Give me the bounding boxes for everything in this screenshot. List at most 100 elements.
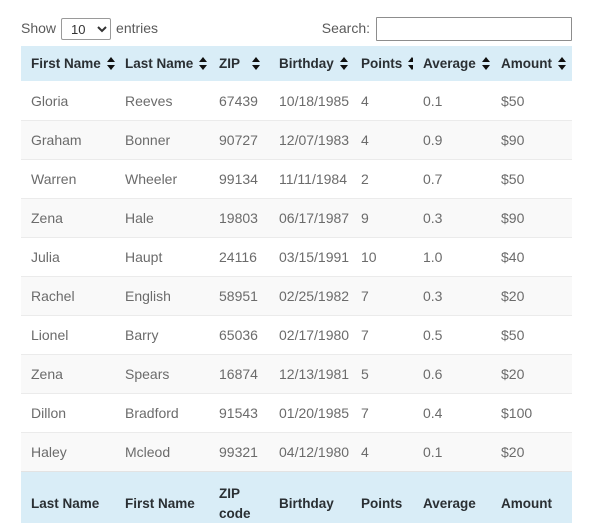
cell-first-name: Warren [21, 159, 115, 199]
table-row[interactable]: Dillon Bradford 91543 01/20/1985 7 0.4 $100 [21, 393, 572, 433]
sort-both-icon[interactable] [481, 57, 491, 70]
cell-amount: $20 [491, 354, 572, 394]
cell-points: 7 [351, 393, 413, 433]
table-row[interactable]: Lionel Barry 65036 02/17/1980 7 0.5 $50 [21, 315, 572, 355]
column-header-zip[interactable]: ZIP [209, 46, 269, 82]
cell-points: 4 [351, 120, 413, 160]
sort-both-icon[interactable] [339, 57, 349, 70]
footer-label-amount: Amount [491, 471, 572, 523]
cell-zip: 99134 [209, 159, 269, 199]
cell-zip: 24116 [209, 237, 269, 277]
table-head: First Name Last Name ZIP Birthday Points Aver… [21, 46, 572, 82]
cell-last-name: Bradford [115, 393, 209, 433]
cell-average: 0.7 [413, 159, 491, 199]
footer-label-birthday: Birthday [269, 471, 351, 523]
footer-label-points: Points [351, 471, 413, 523]
column-header-label: Points [361, 56, 403, 71]
cell-average: 0.6 [413, 354, 491, 394]
cell-average: 0.3 [413, 198, 491, 238]
cell-birthday: 01/20/1985 [269, 393, 351, 433]
cell-last-name: Bonner [115, 120, 209, 160]
cell-first-name: Julia [21, 237, 115, 277]
cell-points: 10 [351, 237, 413, 277]
column-header-points[interactable]: Points [351, 46, 417, 82]
table-row[interactable]: Julia Haupt 24116 03/15/1991 10 1.0 $40 [21, 237, 572, 277]
cell-points: 5 [351, 354, 413, 394]
cell-amount: $50 [491, 159, 572, 199]
header-row: First Name Last Name ZIP Birthday Points Aver… [21, 46, 572, 82]
column-header-label: Amount [501, 56, 552, 71]
cell-birthday: 02/25/1982 [269, 276, 351, 316]
table-row[interactable]: Haley Mcleod 99321 04/12/1980 4 0.1 $20 [21, 432, 572, 472]
table-row[interactable]: Zena Spears 16874 12/13/1981 5 0.6 $20 [21, 354, 572, 394]
search-input[interactable] [376, 17, 572, 42]
page-size-select[interactable]: 102550100 [61, 18, 112, 41]
entries-label: entries [116, 20, 159, 36]
cell-points: 4 [351, 81, 413, 121]
cell-first-name: Zena [21, 198, 115, 238]
table-foot: Last Name First Name ZIP code Birthday Point… [21, 471, 572, 523]
column-header-amount[interactable]: Amount [491, 46, 572, 82]
table-row[interactable]: Warren Wheeler 99134 11/11/1984 2 0.7 $50 [21, 159, 572, 199]
table-row[interactable]: Zena Hale 19803 06/17/1987 9 0.3 $90 [21, 198, 572, 238]
column-header-average[interactable]: Average [413, 46, 491, 82]
cell-amount: $20 [491, 432, 572, 472]
footer-label-average: Average [413, 471, 491, 523]
column-header-label: Birthday [279, 56, 334, 71]
column-header-label: ZIP [219, 56, 241, 71]
cell-first-name: Rachel [21, 276, 115, 316]
cell-birthday: 11/11/1984 [269, 159, 351, 199]
cell-birthday: 12/07/1983 [269, 120, 351, 160]
show-label: Show [21, 20, 57, 36]
cell-birthday: 03/15/1991 [269, 237, 351, 277]
cell-zip: 90727 [209, 120, 269, 160]
cell-first-name: Lionel [21, 315, 115, 355]
cell-first-name: Gloria [21, 81, 115, 121]
cell-last-name: Wheeler [115, 159, 209, 199]
cell-first-name: Zena [21, 354, 115, 394]
cell-birthday: 06/17/1987 [269, 198, 351, 238]
column-header-first-name[interactable]: First Name [21, 46, 115, 82]
footer-label-last-name: Last Name [21, 471, 115, 523]
column-header-last-name[interactable]: Last Name [115, 46, 209, 82]
cell-last-name: English [115, 276, 209, 316]
table-body: Gloria Reeves 67439 10/18/1985 4 0.1 $50 Graham… [21, 81, 572, 472]
cell-first-name: Graham [21, 120, 115, 160]
cell-zip: 58951 [209, 276, 269, 316]
column-header-birthday[interactable]: Birthday [269, 46, 351, 82]
cell-average: 0.1 [413, 81, 491, 121]
cell-birthday: 10/18/1985 [269, 81, 351, 121]
cell-points: 4 [351, 432, 413, 472]
cell-zip: 91543 [209, 393, 269, 433]
cell-amount: $50 [491, 315, 572, 355]
cell-last-name: Hale [115, 198, 209, 238]
cell-last-name: Haupt [115, 237, 209, 277]
sort-both-icon[interactable] [252, 57, 261, 70]
datatable-page: Show102550100entries Search: First Name L… [0, 0, 600, 523]
sort-both-icon[interactable] [558, 57, 567, 70]
table-row[interactable]: Gloria Reeves 67439 10/18/1985 4 0.1 $50 [21, 81, 572, 121]
cell-points: 9 [351, 198, 413, 238]
table-row[interactable]: Rachel English 58951 02/25/1982 7 0.3 $20 [21, 276, 572, 316]
cell-last-name: Reeves [115, 81, 209, 121]
footer-label-zip-code: ZIP code [209, 471, 269, 523]
search-control: Search: [322, 14, 572, 42]
cell-amount: $40 [491, 237, 572, 277]
cell-amount: $90 [491, 198, 572, 238]
cell-first-name: Dillon [21, 393, 115, 433]
sort-both-icon[interactable] [199, 57, 208, 70]
cell-last-name: Barry [115, 315, 209, 355]
cell-points: 7 [351, 315, 413, 355]
cell-zip: 67439 [209, 81, 269, 121]
cell-average: 0.9 [413, 120, 491, 160]
cell-first-name: Haley [21, 432, 115, 472]
cell-average: 0.1 [413, 432, 491, 472]
table-row[interactable]: Graham Bonner 90727 12/07/1983 4 0.9 $90 [21, 120, 572, 160]
cell-zip: 65036 [209, 315, 269, 355]
column-header-label: First Name [31, 56, 101, 71]
cell-average: 0.3 [413, 276, 491, 316]
cell-zip: 16874 [209, 354, 269, 394]
table-controls: Show102550100entries Search: [21, 14, 572, 44]
column-header-label: Last Name [125, 56, 194, 71]
cell-birthday: 04/12/1980 [269, 432, 351, 472]
